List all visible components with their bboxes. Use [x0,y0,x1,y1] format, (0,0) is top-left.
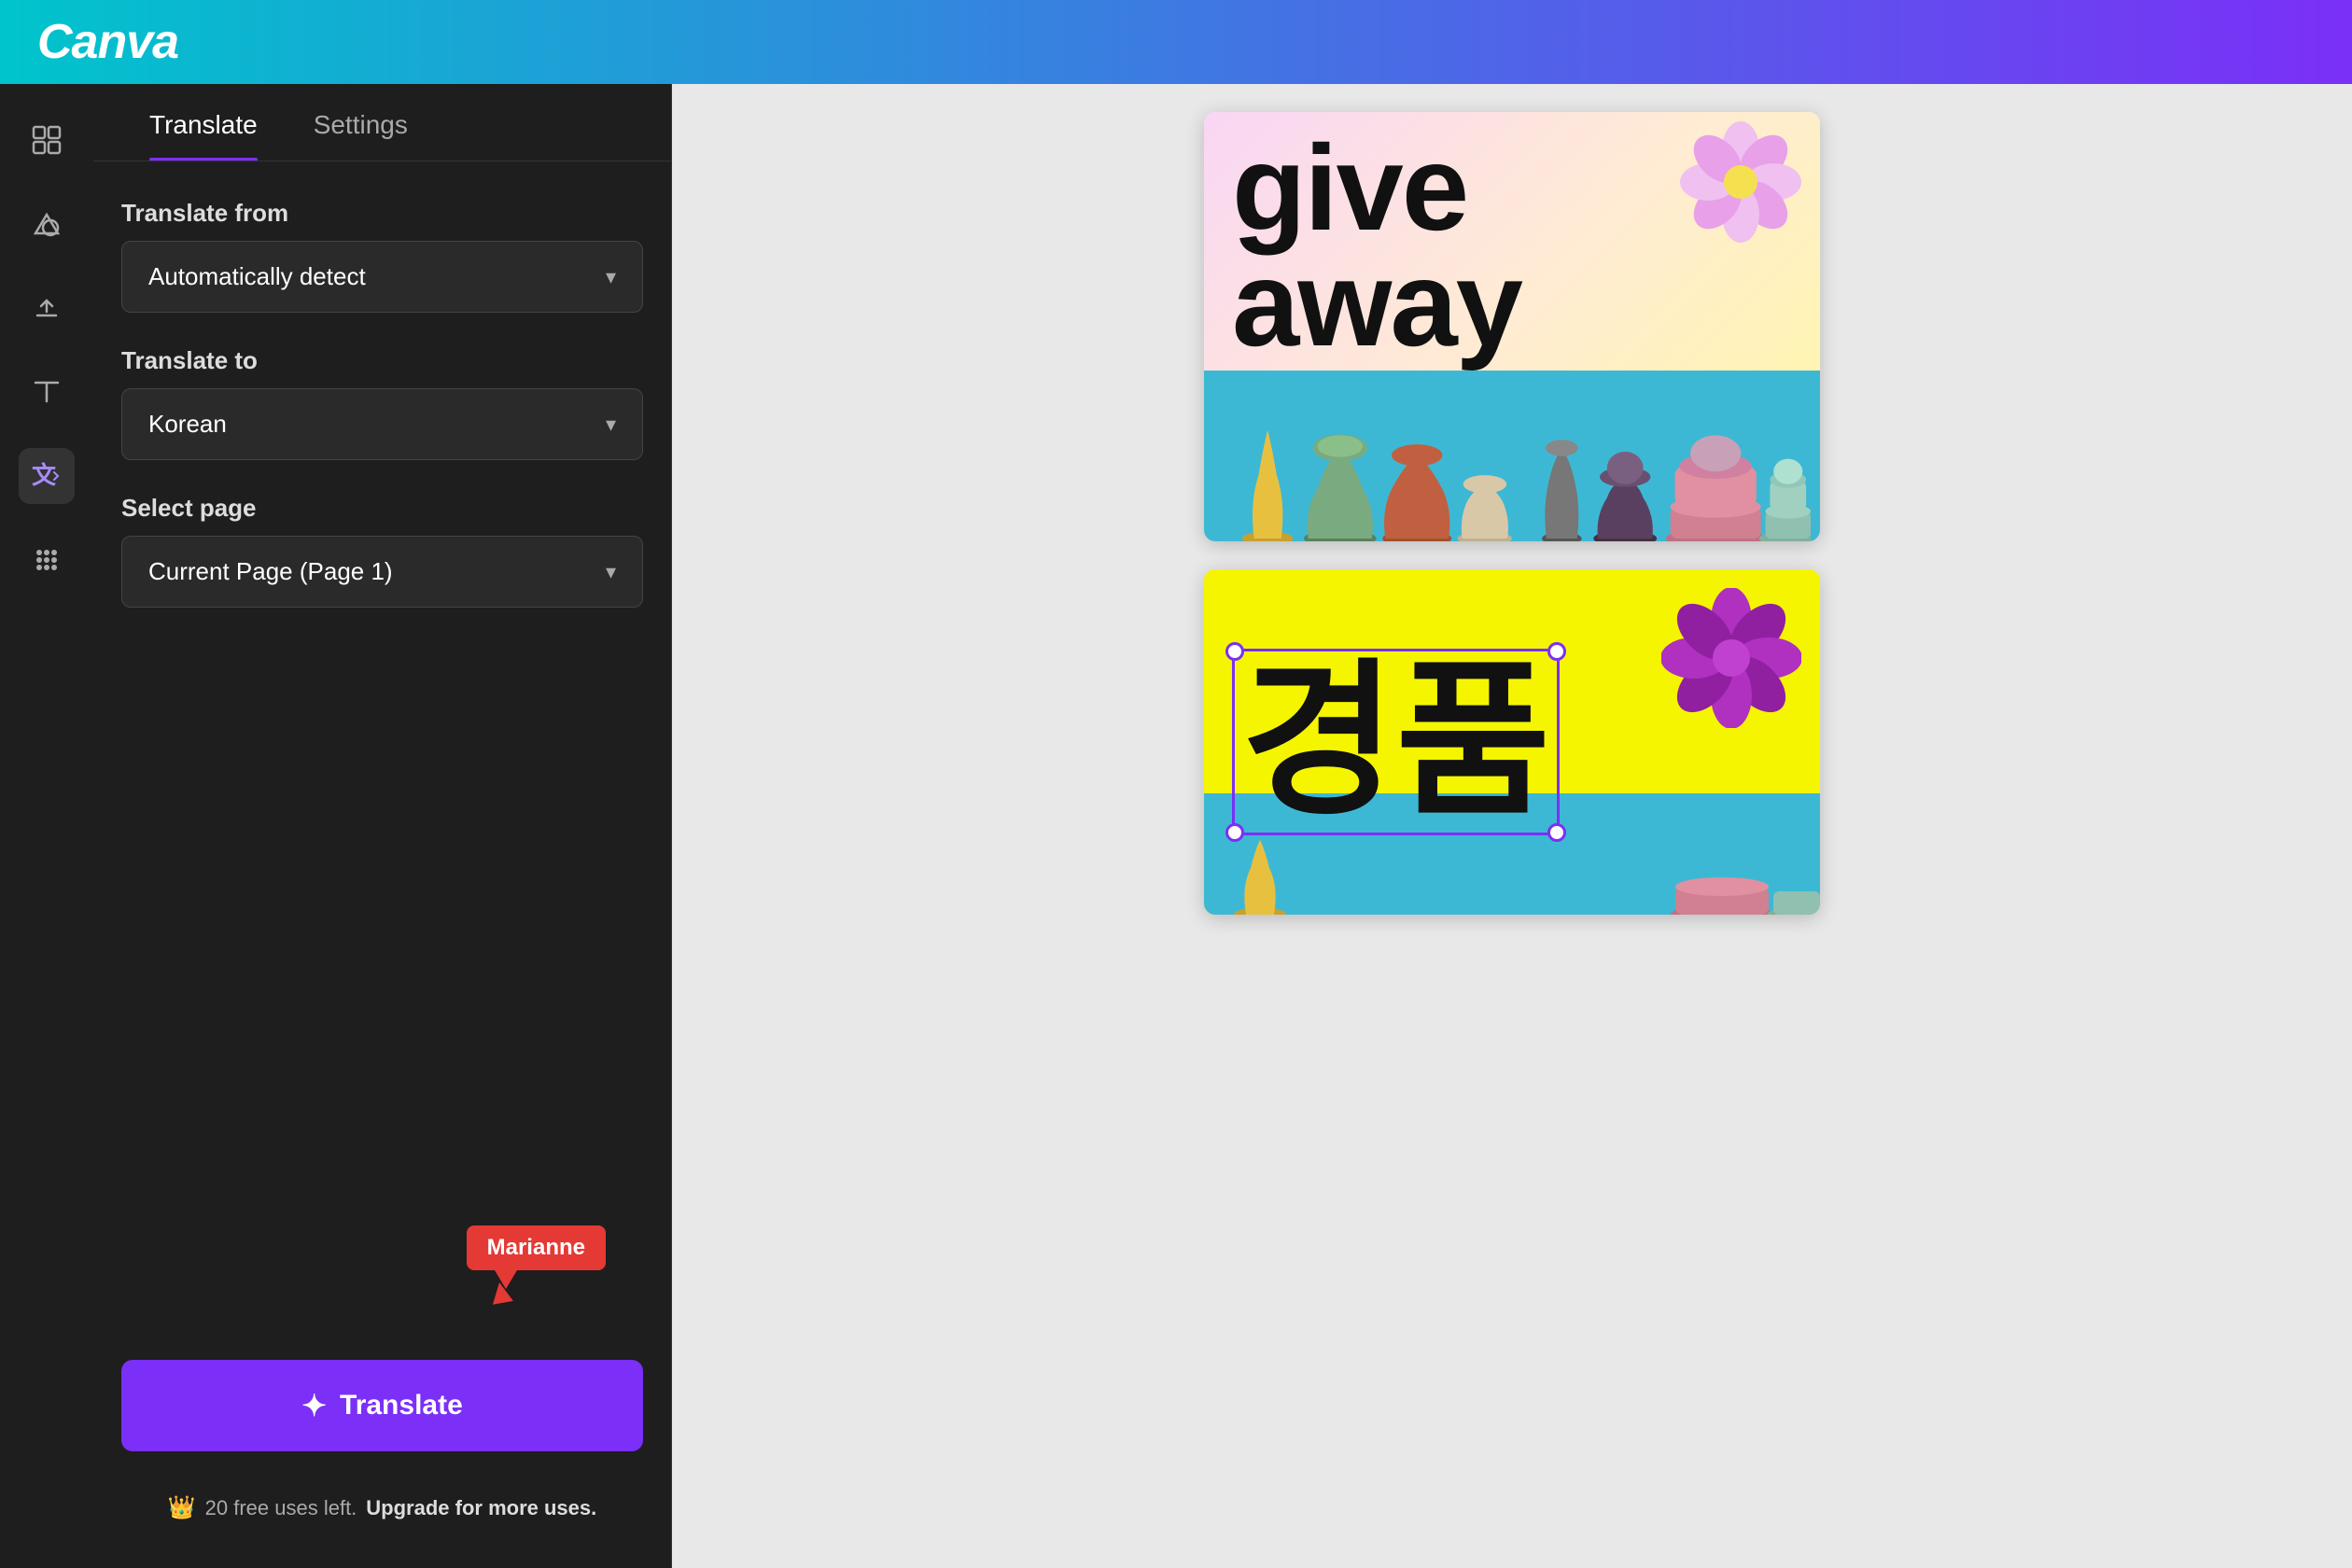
translate-panel: Translate Settings Translate from Automa… [93,84,672,1568]
flower-purple-icon [1661,588,1801,728]
giveaway-card-content: give away [1204,112,1820,541]
translate-button-icon: ✦ [301,1388,327,1423]
free-uses-text: 20 free uses left. [205,1496,357,1520]
translate-from-value: Automatically detect [148,262,366,291]
sidebar-item-elements[interactable] [19,112,75,168]
select-page-value: Current Page (Page 1) [148,557,393,586]
cursor-container: Marianne ▲ [121,1225,643,1270]
main-area: 文 Translate Settings [0,84,2352,1568]
handle-tr [1547,642,1566,661]
select-page-label: Select page [121,494,643,523]
panel-content: Translate from Automatically detect ▾ Tr… [93,161,671,1568]
translate-to-group: Translate to Korean ▾ [121,346,643,460]
korean-text-container: 경품 [1232,649,1560,835]
giveaway-top: give away [1204,112,1820,371]
translate-from-select-wrapper: Automatically detect ▾ [121,241,643,313]
translate-to-chevron-icon: ▾ [606,413,616,437]
crown-icon: 👑 [168,1494,196,1521]
translate-to-label: Translate to [121,346,643,375]
icon-sidebar: 文 [0,84,93,1568]
cursor-arrow-icon: ▲ [481,1271,522,1312]
flower-decoration-icon [1680,121,1801,243]
sidebar-item-translate[interactable]: 文 [19,448,75,504]
canva-logo: Canva [37,14,178,70]
vases-svg [1213,371,1811,541]
translate-to-value: Korean [148,410,227,439]
translate-from-group: Translate from Automatically detect ▾ [121,199,643,313]
tab-settings[interactable]: Settings [286,84,436,161]
user-badge: Marianne [467,1225,606,1270]
canvas-area: give away [672,84,2352,1568]
select-page-group: Select page Current Page (Page 1) ▾ [121,494,643,608]
topbar: Canva [0,0,2352,84]
tab-translate[interactable]: Translate [121,84,286,161]
giveaway-card: give away [1204,112,1820,541]
translate-button-label: Translate [340,1390,463,1421]
korean-card-content: 경품 [1204,569,1820,915]
giveaway-line2: away [1232,246,1792,362]
sidebar-item-text[interactable] [19,364,75,420]
translate-from-chevron-icon: ▾ [606,265,616,289]
panel-tabs: Translate Settings [93,84,671,161]
upgrade-link[interactable]: Upgrade for more uses. [366,1496,596,1520]
free-uses-bar: 👑 20 free uses left. Upgrade for more us… [121,1485,643,1531]
sidebar-item-upload[interactable] [19,280,75,336]
select-page-select-wrapper: Current Page (Page 1) ▾ [121,536,643,608]
translate-button[interactable]: ✦ Translate [121,1360,643,1451]
translate-to-select[interactable]: Korean ▾ [121,388,643,460]
korean-text: 경품 [1241,648,1550,835]
sidebar-item-shapes[interactable] [19,196,75,252]
translate-from-label: Translate from [121,199,643,228]
korean-card: 경품 [1204,569,1820,915]
select-page-chevron-icon: ▾ [606,560,616,584]
giveaway-bottom [1204,371,1820,541]
translate-to-select-wrapper: Korean ▾ [121,388,643,460]
svg-text:文: 文 [32,461,57,489]
translate-from-select[interactable]: Automatically detect ▾ [121,241,643,313]
sidebar-item-apps[interactable] [19,532,75,588]
select-page-select[interactable]: Current Page (Page 1) ▾ [121,536,643,608]
